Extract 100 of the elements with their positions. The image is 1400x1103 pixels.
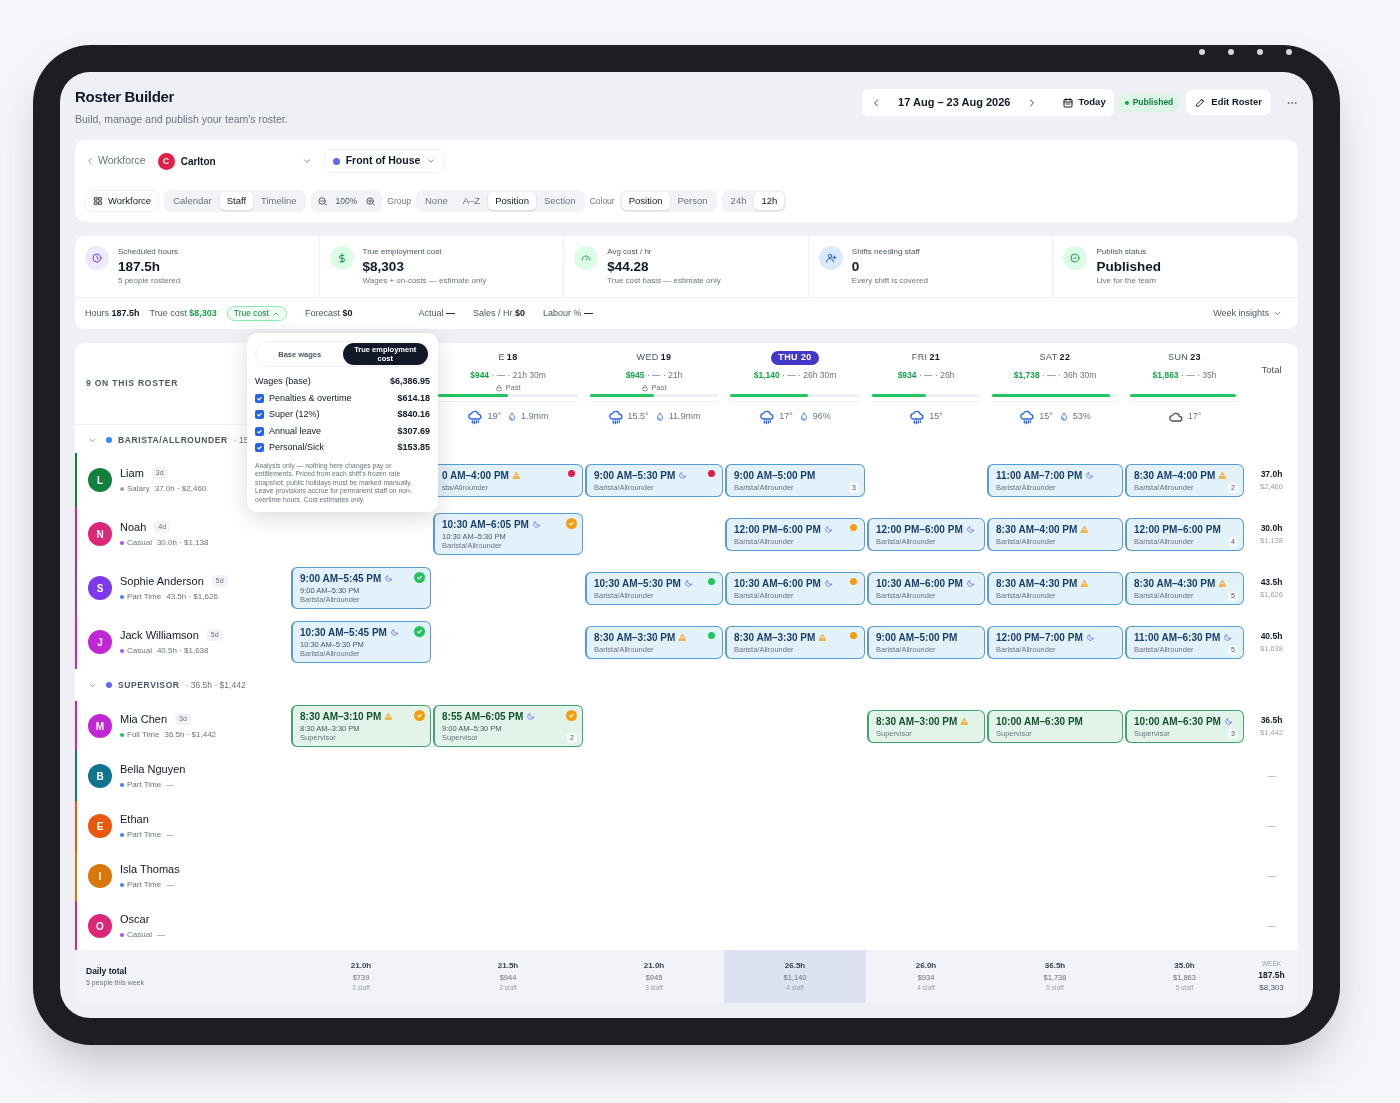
back-link[interactable]: Workforce [85, 153, 146, 169]
moon-icon [823, 524, 833, 534]
location-select[interactable]: C Carlton [153, 149, 316, 173]
employment-type: Casual [127, 929, 152, 942]
shift-time: 10:30 AM–5:45 PM [300, 626, 387, 640]
checkbox[interactable] [255, 393, 264, 403]
stat-note: 5 people rostered [118, 275, 181, 287]
edit-roster-button[interactable]: Edit Roster [1186, 90, 1271, 115]
page-subtitle: Build, manage and publish your team's roster. [75, 111, 288, 127]
segment-tab[interactable]: Person [670, 192, 715, 210]
shift-time: 8:30 AM–3:30 PM [734, 630, 816, 645]
staff-avatar: M [88, 714, 112, 738]
cost-line-label: Annual leave [269, 424, 323, 438]
moon-icon [965, 578, 975, 588]
staff-avatar: B [88, 764, 112, 788]
staff-avatar: L [88, 468, 112, 492]
segment-tab[interactable]: Position [621, 192, 670, 210]
segment-tab[interactable]: 12h [754, 192, 785, 210]
row-total-hours: — [1267, 919, 1276, 933]
segment-tab[interactable]: Timeline [254, 192, 304, 210]
shift-time: 8:30 AM–3:30 PM [594, 630, 676, 645]
staff-hours-cost: 30.0h · $1,138 [156, 537, 209, 550]
precipitation: 11.9mm [668, 410, 701, 423]
shift-time: 10:30 AM–6:00 PM [734, 576, 821, 591]
true-cost-toggle[interactable]: True cost [226, 306, 287, 321]
checkbox[interactable] [255, 410, 264, 420]
stat-note: True cost basis — estimate only [607, 275, 721, 287]
segment-tab[interactable]: Section [536, 192, 583, 210]
segment-tab[interactable]: Position [488, 192, 536, 210]
rain-cloud-icon [467, 408, 484, 425]
segment-tab[interactable]: Calendar [166, 192, 219, 210]
day-total-hours: 21.0h [643, 960, 665, 972]
stat-value: $8,303 [362, 258, 405, 275]
location-avatar: C [157, 152, 175, 170]
stat-note: Wages + on-costs — estimate only [362, 275, 487, 287]
row-total-hours: 40.5h [1260, 630, 1283, 643]
row-total-hours: 37.0h [1260, 468, 1283, 481]
droplet-icon [507, 411, 518, 422]
day-label: E 18 [498, 351, 518, 365]
chevron-down-icon [301, 156, 312, 166]
precipitation: 1.9mm [521, 410, 549, 423]
shift-time: 10:00 AM–6:30 PM [1134, 714, 1221, 729]
today-day-pill: THU 20 [771, 351, 819, 365]
staff-avatar: S [88, 576, 112, 600]
summary-metric: Sales / Hr $0 [472, 306, 525, 320]
chevron-down-icon [1273, 309, 1282, 318]
today-button[interactable]: Today [1062, 95, 1106, 110]
staff-avatar: J [88, 630, 112, 654]
employment-type: Part Time [127, 779, 162, 792]
temperature: 15° [929, 410, 943, 423]
checkbox[interactable] [255, 426, 264, 436]
pencil-icon [1195, 97, 1207, 108]
group-meta: · 36.5h · $1,442 [185, 678, 246, 692]
shift-time: 12:00 PM–7:00 PM [996, 630, 1083, 645]
staff-name: Sophie Anderson [120, 573, 204, 589]
temperature: 17° [779, 410, 793, 423]
section-select[interactable]: Front of House [323, 149, 446, 173]
cost-line-value: $153.85 [397, 441, 430, 454]
moon-icon [389, 628, 399, 637]
shift-time: 8:30 AM–4:30 PM [996, 576, 1078, 591]
day-label: SAT 22 [1039, 351, 1071, 365]
shift-time: 9:00 AM–5:45 PM [300, 572, 382, 586]
day-label: FRI 21 [911, 351, 941, 365]
shift-time: 8:30 AM–3:00 PM [876, 714, 958, 729]
staff-avatar: O [88, 914, 112, 938]
shift-time: 0 AM–4:00 PM [442, 468, 509, 483]
moon-icon [1085, 470, 1095, 480]
moon-icon [1223, 632, 1233, 642]
staff-name: Noah [120, 519, 147, 535]
lock-icon [641, 383, 650, 392]
employment-type: Part Time [127, 879, 162, 892]
rain-cloud-icon [759, 408, 776, 425]
staff-name: Liam [120, 465, 144, 481]
staff-name: Jack Williamson [120, 627, 199, 643]
moon-icon [683, 578, 693, 588]
gauge-icon [574, 246, 599, 270]
moon-icon [678, 470, 688, 480]
day-cost: $1,738 · — · 36h 30m [1013, 369, 1097, 382]
shift-time: 8:30 AM–4:30 PM [1134, 576, 1216, 591]
segment-tab[interactable]: 24h [723, 192, 754, 210]
day-cost: $944 · — · 21h 30m [470, 369, 546, 382]
day-label: WED 19 [636, 351, 672, 365]
segment-tab[interactable]: Staff [219, 192, 254, 210]
segment-tab[interactable]: None [418, 192, 455, 210]
segment-tab[interactable]: A–Z [455, 192, 488, 210]
employment-type: Salary [127, 483, 150, 496]
week-insights-button[interactable]: Week insights [1213, 306, 1282, 321]
workforce-button[interactable]: Workforce [85, 190, 160, 212]
shift-time: 8:30 AM–4:00 PM [996, 522, 1078, 537]
checkbox[interactable] [255, 443, 264, 453]
employment-type: Part Time [127, 591, 162, 604]
day-total-hours: 36.5h [1044, 960, 1066, 972]
shift-time: 10:30 AM–6:05 PM [442, 518, 529, 532]
stat-label: True employment cost [362, 246, 443, 258]
day-cost: $1,863 · — · 35h [1152, 369, 1217, 382]
colour-label: Colour [589, 194, 615, 208]
lock-icon [495, 383, 504, 392]
moon-icon [526, 712, 536, 721]
staff-avatar: N [88, 522, 112, 546]
cost-line-value: $6,386.95 [389, 375, 430, 388]
